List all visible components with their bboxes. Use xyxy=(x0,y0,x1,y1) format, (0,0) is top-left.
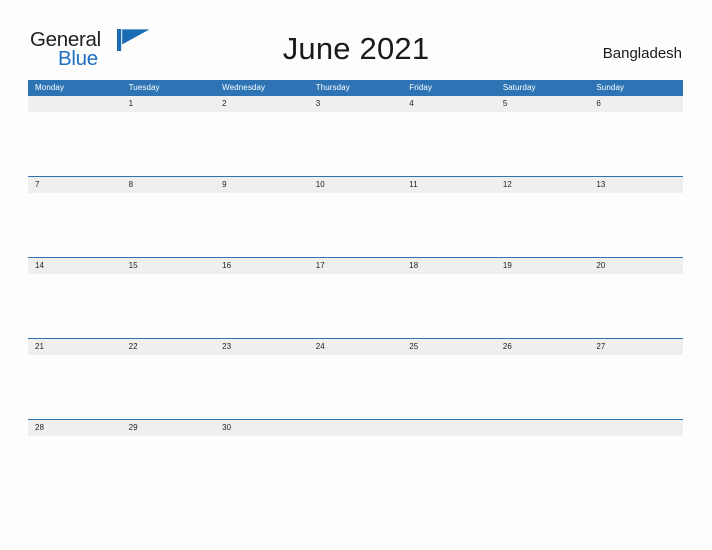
day-cell[interactable]: 8 xyxy=(122,177,216,193)
day-cell[interactable]: 28 xyxy=(28,420,122,436)
day-cell[interactable]: 26 xyxy=(496,339,590,355)
page-header: General Blue June 2021 Bangladesh xyxy=(0,0,712,78)
day-cell[interactable]: 17 xyxy=(309,258,403,274)
day-cell[interactable]: 24 xyxy=(309,339,403,355)
day-cell[interactable]: 6 xyxy=(589,96,683,112)
week-date-band: 7 8 9 10 11 12 13 xyxy=(28,176,683,193)
day-cell[interactable]: 23 xyxy=(215,339,309,355)
weekday-header-saturday: Saturday xyxy=(502,83,536,92)
day-cell[interactable]: 29 xyxy=(122,420,216,436)
calendar-week-row: 1 2 3 4 5 6 xyxy=(28,95,683,176)
calendar-week-row: 28 29 30 xyxy=(28,419,683,500)
day-cell[interactable]: 18 xyxy=(402,258,496,274)
day-cell[interactable]: 25 xyxy=(402,339,496,355)
day-cell[interactable]: 11 xyxy=(402,177,496,193)
weekday-header-wednesday: Wednesday xyxy=(222,83,266,92)
calendar-grid: Monday Tuesday Wednesday Thursday Friday… xyxy=(28,80,683,500)
week-content-area[interactable] xyxy=(28,436,683,499)
day-cell[interactable]: 21 xyxy=(28,339,122,355)
day-cell[interactable]: 7 xyxy=(28,177,122,193)
day-cell[interactable]: 14 xyxy=(28,258,122,274)
calendar-week-row: 21 22 23 24 25 26 27 xyxy=(28,338,683,419)
weekday-header-sunday: Sunday xyxy=(596,83,625,92)
week-content-area[interactable] xyxy=(28,355,683,418)
day-cell[interactable]: 30 xyxy=(215,420,309,436)
week-date-band: 1 2 3 4 5 6 xyxy=(28,95,683,112)
day-cell[interactable]: 9 xyxy=(215,177,309,193)
day-cell[interactable]: 20 xyxy=(589,258,683,274)
weekday-header-thursday: Thursday xyxy=(315,83,350,92)
week-content-area[interactable] xyxy=(28,112,683,175)
day-cell[interactable]: 27 xyxy=(589,339,683,355)
day-cell[interactable]: 3 xyxy=(309,96,403,112)
day-cell[interactable]: 15 xyxy=(122,258,216,274)
week-date-band: 21 22 23 24 25 26 27 xyxy=(28,338,683,355)
day-cell[interactable]: 4 xyxy=(402,96,496,112)
weekday-header-friday: Friday xyxy=(409,83,433,92)
day-cell[interactable]: 1 xyxy=(122,96,216,112)
day-cell[interactable] xyxy=(309,420,403,436)
calendar-weekday-header: Monday Tuesday Wednesday Thursday Friday… xyxy=(28,80,683,95)
day-cell[interactable] xyxy=(589,420,683,436)
day-cell[interactable] xyxy=(496,420,590,436)
day-cell[interactable]: 2 xyxy=(215,96,309,112)
day-cell[interactable] xyxy=(402,420,496,436)
day-cell[interactable]: 12 xyxy=(496,177,590,193)
week-content-area[interactable] xyxy=(28,193,683,256)
calendar-week-row: 14 15 16 17 18 19 20 xyxy=(28,257,683,338)
calendar-week-row: 7 8 9 10 11 12 13 xyxy=(28,176,683,257)
week-content-area[interactable] xyxy=(28,274,683,337)
day-cell[interactable]: 5 xyxy=(496,96,590,112)
weekday-header-monday: Monday xyxy=(35,83,65,92)
day-cell[interactable]: 16 xyxy=(215,258,309,274)
day-cell[interactable]: 19 xyxy=(496,258,590,274)
day-cell[interactable]: 13 xyxy=(589,177,683,193)
country-label: Bangladesh xyxy=(602,45,682,62)
weekday-header-tuesday: Tuesday xyxy=(128,83,160,92)
day-cell[interactable]: 22 xyxy=(122,339,216,355)
week-date-band: 14 15 16 17 18 19 20 xyxy=(28,257,683,274)
day-cell[interactable] xyxy=(28,96,122,112)
week-date-band: 28 29 30 xyxy=(28,419,683,436)
day-cell[interactable]: 10 xyxy=(309,177,403,193)
